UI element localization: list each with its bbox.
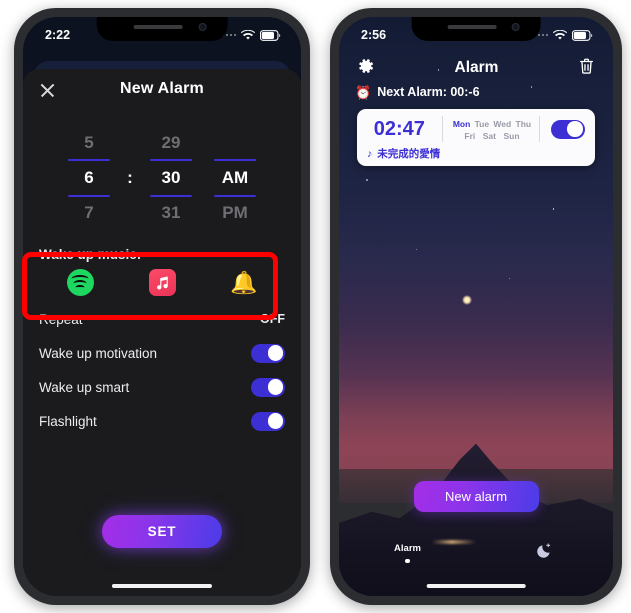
hour-next[interactable]: 7 bbox=[84, 203, 93, 222]
earpiece-speaker bbox=[133, 25, 183, 29]
alarm-clock-icon: ⏰ bbox=[355, 84, 372, 100]
set-button[interactable]: SET bbox=[102, 515, 222, 548]
row-repeat[interactable]: Repeat OFF bbox=[39, 302, 285, 336]
status-indicators bbox=[533, 29, 594, 41]
wifi-icon bbox=[553, 29, 567, 41]
flashlight-toggle[interactable] bbox=[251, 411, 285, 431]
wifi-icon bbox=[241, 29, 255, 41]
notch bbox=[411, 17, 541, 41]
apple-music-icon[interactable] bbox=[148, 269, 176, 296]
row-wake-up-smart[interactable]: Wake up smart bbox=[39, 370, 285, 404]
next-alarm-banner: ⏰ Next Alarm: 00:-6 bbox=[355, 85, 480, 99]
minute-selected[interactable]: 30 bbox=[162, 168, 181, 187]
row-flashlight[interactable]: Flashlight bbox=[39, 404, 285, 438]
tab-sleep[interactable] bbox=[476, 542, 613, 564]
alarm-card[interactable]: 02:47 Mon Tue Wed Thu Fri Sat Sun ♪ 未完成的… bbox=[357, 109, 595, 166]
spotify-icon[interactable] bbox=[66, 269, 94, 296]
day-fri[interactable]: Fri bbox=[464, 130, 475, 142]
music-option-apple-music[interactable] bbox=[121, 269, 203, 296]
row-label: Wake up motivation bbox=[39, 345, 158, 361]
star bbox=[415, 248, 418, 250]
bell-icon[interactable]: 🔔 bbox=[230, 271, 257, 294]
phone-left: 2:22 New Alarm 5 29 6: 30 AM 7 31 PM Wa… bbox=[14, 8, 310, 605]
alarm-days[interactable]: Mon Tue Wed Thu Fri Sat Sun bbox=[443, 116, 541, 142]
set-button-container: SET bbox=[23, 515, 301, 548]
new-alarm-container: New alarm bbox=[339, 481, 613, 512]
tab-active-indicator bbox=[405, 558, 410, 564]
gear-icon[interactable] bbox=[357, 57, 375, 80]
home-indicator bbox=[426, 583, 526, 588]
battery-icon bbox=[572, 29, 593, 41]
row-label: Repeat bbox=[39, 311, 83, 327]
phone-right: 2:56 Alarm ⏰ Next Alarm: 00:-6 02:47 Mon… bbox=[330, 8, 622, 605]
day-sun[interactable]: Sun bbox=[503, 130, 519, 142]
wake-up-music-section: Wake up music: 🔔 bbox=[23, 239, 301, 302]
alarm-enabled-toggle[interactable] bbox=[550, 119, 585, 139]
repeat-value: OFF bbox=[260, 312, 285, 326]
status-indicators bbox=[221, 29, 282, 41]
alarm-header: Alarm bbox=[339, 51, 613, 85]
days-row-1: Mon Tue Wed Thu bbox=[451, 118, 534, 130]
front-camera bbox=[198, 23, 207, 31]
time-picker[interactable]: 5 29 6 : 30 AM 7 31 PM bbox=[23, 127, 301, 229]
right-screen: 2:56 Alarm ⏰ Next Alarm: 00:-6 02:47 Mon… bbox=[339, 17, 613, 596]
row-wake-up-motivation[interactable]: Wake up motivation bbox=[39, 336, 285, 370]
tab-alarm-label: Alarm bbox=[394, 542, 421, 554]
trash-icon[interactable] bbox=[578, 57, 595, 80]
alarm-toggle-cell bbox=[540, 116, 595, 142]
day-wed[interactable]: Wed bbox=[493, 118, 511, 130]
alarm-time[interactable]: 02:47 bbox=[357, 116, 443, 142]
period-selected[interactable]: AM bbox=[222, 168, 248, 187]
status-time: 2:56 bbox=[361, 28, 387, 42]
days-row-2: Fri Sat Sun bbox=[451, 130, 534, 142]
wake-up-music-options: 🔔 bbox=[39, 269, 285, 296]
earpiece-speaker bbox=[447, 25, 497, 29]
minute-next[interactable]: 31 bbox=[162, 203, 181, 222]
period-next[interactable]: PM bbox=[222, 203, 248, 222]
page-title: Alarm bbox=[454, 59, 499, 76]
row-label: Wake up smart bbox=[39, 379, 130, 395]
day-sat[interactable]: Sat bbox=[483, 130, 496, 142]
day-mon[interactable]: Mon bbox=[453, 118, 470, 130]
picker-row-previous: 5 29 bbox=[53, 127, 271, 159]
wake-up-smart-toggle[interactable] bbox=[251, 377, 285, 397]
alarm-song[interactable]: ♪ 未完成的愛情 bbox=[357, 142, 595, 161]
music-option-spotify[interactable] bbox=[39, 269, 121, 296]
alarm-settings-list: Repeat OFF Wake up motivation Wake up sm… bbox=[23, 302, 301, 438]
picker-row-next: 7 31 PM bbox=[53, 197, 271, 229]
notch bbox=[96, 17, 228, 41]
home-indicator bbox=[111, 583, 213, 588]
close-icon[interactable] bbox=[39, 81, 56, 98]
left-screen: 2:22 New Alarm 5 29 6: 30 AM 7 31 PM Wa… bbox=[23, 17, 301, 596]
new-alarm-sheet: New Alarm 5 29 6: 30 AM 7 31 PM Wake up… bbox=[23, 69, 301, 596]
moon-icon[interactable] bbox=[536, 542, 553, 564]
front-camera bbox=[511, 23, 520, 31]
next-alarm-text: Next Alarm: 00:-6 bbox=[377, 85, 480, 99]
music-note-icon: ♪ bbox=[367, 147, 373, 160]
battery-icon bbox=[260, 29, 281, 41]
tab-alarm[interactable]: Alarm bbox=[339, 543, 476, 564]
hour-previous[interactable]: 5 bbox=[84, 133, 93, 152]
sheet-header: New Alarm bbox=[23, 69, 301, 109]
page-title: New Alarm bbox=[120, 80, 204, 97]
status-time: 2:22 bbox=[45, 28, 71, 42]
day-thu[interactable]: Thu bbox=[516, 118, 532, 130]
star bbox=[366, 179, 368, 181]
picker-row-selected: 6 : 30 AM bbox=[53, 161, 271, 195]
alarm-card-main: 02:47 Mon Tue Wed Thu Fri Sat Sun bbox=[357, 116, 595, 142]
row-label: Flashlight bbox=[39, 413, 97, 429]
new-alarm-button[interactable]: New alarm bbox=[413, 481, 539, 512]
minute-previous[interactable]: 29 bbox=[162, 133, 181, 152]
screenshot-stage: 2:22 New Alarm 5 29 6: 30 AM 7 31 PM Wa… bbox=[0, 0, 631, 613]
wake-up-motivation-toggle[interactable] bbox=[251, 343, 285, 363]
wake-up-music-label: Wake up music: bbox=[39, 247, 142, 262]
alarm-song-title: 未完成的愛情 bbox=[377, 148, 441, 160]
music-option-bell[interactable]: 🔔 bbox=[203, 271, 285, 294]
day-tue[interactable]: Tue bbox=[475, 118, 489, 130]
hour-selected[interactable]: 6 bbox=[84, 168, 93, 187]
tab-bar: Alarm bbox=[339, 536, 613, 570]
star bbox=[508, 277, 511, 279]
time-separator: : bbox=[127, 168, 133, 187]
